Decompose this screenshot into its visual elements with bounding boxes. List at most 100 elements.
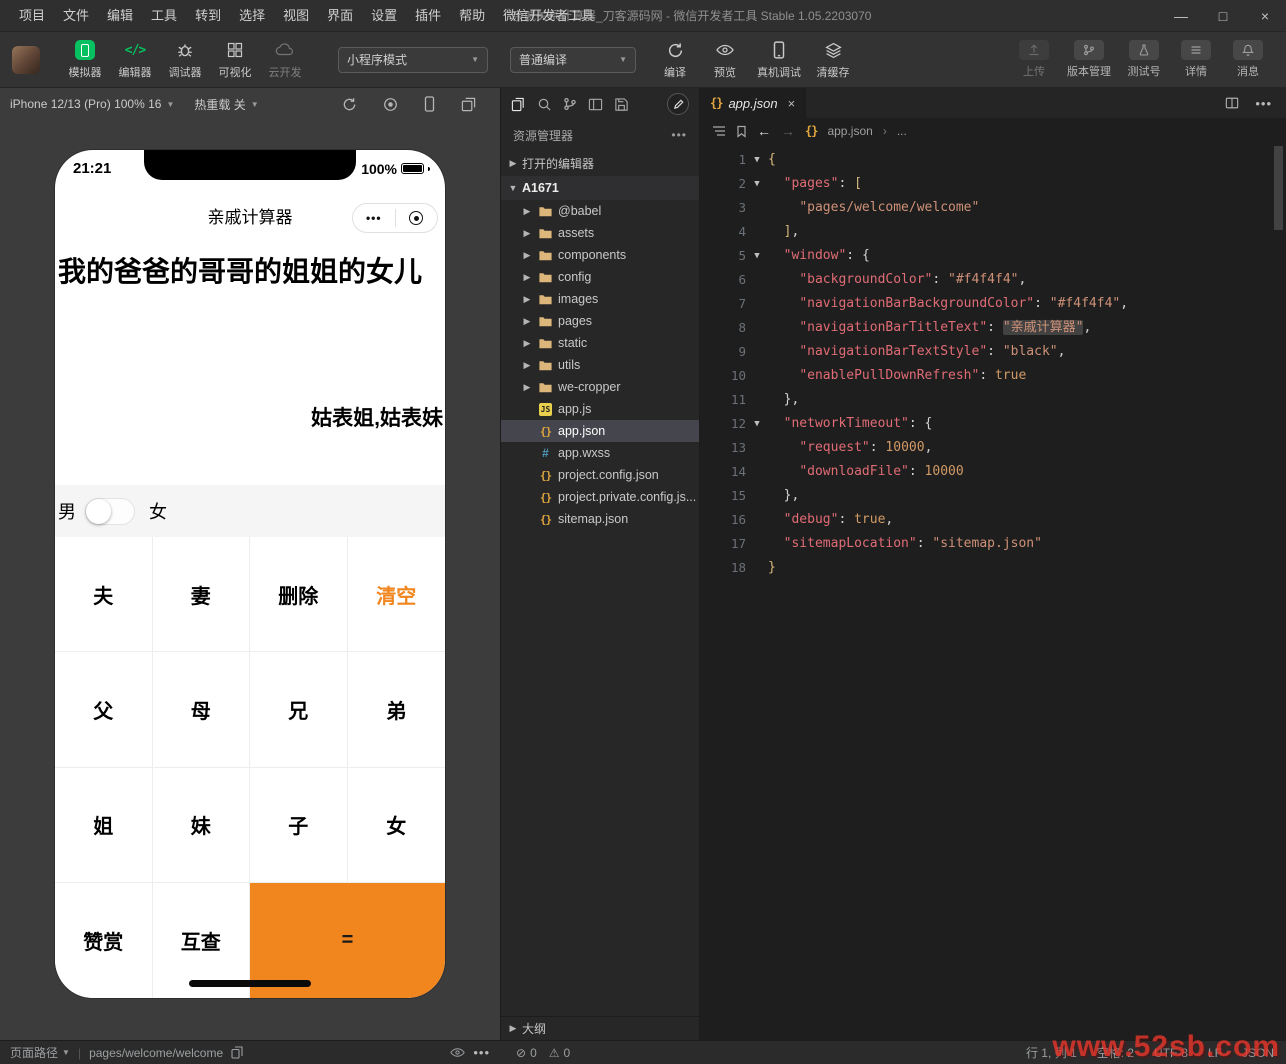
folder-pages[interactable]: ▶pages [501, 310, 699, 332]
file-app.wxss[interactable]: #app.wxss [501, 442, 699, 464]
editor-toggle-button[interactable]: </> 编辑器 [110, 39, 160, 80]
project-root-folder[interactable]: ▼ A1671 [501, 176, 699, 200]
key-母[interactable]: 母 [153, 652, 251, 767]
cloud-dev-button[interactable]: 云开发 [260, 39, 310, 80]
code-line-12[interactable]: 12▼ "networkTimeout": { [700, 412, 1286, 436]
code-line-16[interactable]: 16 "debug": true, [700, 508, 1286, 532]
file-app.json[interactable]: {}app.json [501, 420, 699, 442]
tab-app-json[interactable]: {} app.json × [700, 88, 806, 118]
menu-item-插件[interactable]: 插件 [406, 0, 450, 32]
test-account-button[interactable]: 测试号 [1118, 40, 1170, 79]
clear-cache-button[interactable]: 清缓存 [808, 39, 858, 80]
code-line-3[interactable]: 3 "pages/welcome/welcome" [700, 196, 1286, 220]
forward-arrow-icon[interactable]: → [781, 123, 795, 139]
breadcrumb-more[interactable]: ... [897, 124, 907, 138]
menu-item-视图[interactable]: 视图 [274, 0, 318, 32]
folder-static[interactable]: ▶static [501, 332, 699, 354]
branch-icon[interactable] [563, 97, 577, 111]
key-夫[interactable]: 夫 [55, 537, 153, 652]
code-line-2[interactable]: 2▼ "pages": [ [700, 172, 1286, 196]
code-line-10[interactable]: 10 "enablePullDownRefresh": true [700, 364, 1286, 388]
menu-item-编辑[interactable]: 编辑 [98, 0, 142, 32]
code-line-13[interactable]: 13 "request": 10000, [700, 436, 1286, 460]
user-avatar[interactable] [12, 46, 40, 74]
encoding-setting[interactable]: UTF-8 [1154, 1046, 1188, 1060]
file-app.js[interactable]: JSapp.js [501, 398, 699, 420]
preview-button[interactable]: 预览 [700, 39, 750, 80]
menu-item-设置[interactable]: 设置 [362, 0, 406, 32]
files-icon[interactable] [511, 97, 526, 112]
debugger-toggle-button[interactable]: 调试器 [160, 39, 210, 80]
eol-setting[interactable]: LF [1208, 1046, 1222, 1060]
key-弟[interactable]: 弟 [348, 652, 446, 767]
eye-icon[interactable] [450, 1047, 465, 1058]
outline-section[interactable]: ▶ 大纲 [501, 1016, 699, 1040]
editor-scrollbar[interactable] [1274, 146, 1283, 230]
maximize-button[interactable]: □ [1202, 0, 1244, 32]
key-删除[interactable]: 删除 [250, 537, 348, 652]
message-button[interactable]: 消息 [1222, 40, 1274, 79]
folder-config[interactable]: ▶config [501, 266, 699, 288]
mode-select[interactable]: 小程序模式 ▼ [338, 47, 488, 73]
code-line-7[interactable]: 7 "navigationBarBackgroundColor": "#f4f4… [700, 292, 1286, 316]
indent-setting[interactable]: 空格: 2 [1097, 1044, 1134, 1061]
status-problems[interactable]: ⊘0 ⚠0 [500, 1046, 700, 1060]
save-icon[interactable] [614, 97, 629, 112]
menu-item-转到[interactable]: 转到 [186, 0, 230, 32]
bookmark-icon[interactable] [736, 125, 747, 138]
code-line-1[interactable]: 1▼{ [700, 148, 1286, 172]
file-project.private.config.js...[interactable]: {}project.private.config.js... [501, 486, 699, 508]
compile-button[interactable]: 编译 [650, 39, 700, 80]
code-line-14[interactable]: 14 "downloadFile": 10000 [700, 460, 1286, 484]
simulator-toggle-button[interactable]: 模拟器 [60, 39, 110, 80]
exit-circle-icon[interactable] [396, 211, 438, 225]
pen-icon[interactable] [667, 93, 689, 115]
folder-utils[interactable]: ▶utils [501, 354, 699, 376]
device-selector[interactable]: iPhone 12/13 (Pro) 100% 16 ▼ [10, 97, 174, 111]
menu-item-微信开发者工具[interactable]: 微信开发者工具 [494, 0, 603, 32]
menu-item-工具[interactable]: 工具 [142, 0, 186, 32]
page-path-selector[interactable]: 页面路径 ▼ [10, 1044, 70, 1061]
upload-button[interactable]: 上传 [1008, 40, 1060, 79]
back-arrow-icon[interactable]: ← [757, 123, 771, 139]
menu-item-界面[interactable]: 界面 [318, 0, 362, 32]
folder-assets[interactable]: ▶assets [501, 222, 699, 244]
rotate-icon[interactable] [342, 97, 357, 112]
key-父[interactable]: 父 [55, 652, 153, 767]
close-tab-icon[interactable]: × [788, 96, 796, 111]
record-icon[interactable] [383, 97, 398, 112]
open-editors-section[interactable]: ▶ 打开的编辑器 [501, 150, 699, 176]
code-line-8[interactable]: 8 "navigationBarTitleText": "亲戚计算器", [700, 316, 1286, 340]
code-line-4[interactable]: 4 ], [700, 220, 1286, 244]
menu-item-文件[interactable]: 文件 [54, 0, 98, 32]
key-赞赏[interactable]: 赞赏 [55, 883, 153, 998]
more-icon[interactable]: ••• [1255, 96, 1272, 111]
version-manage-button[interactable]: 版本管理 [1060, 40, 1118, 79]
file-sitemap.json[interactable]: {}sitemap.json [501, 508, 699, 530]
compile-mode-select[interactable]: 普通编译 ▼ [510, 47, 636, 73]
panel-icon[interactable] [588, 97, 603, 112]
device-debug-button[interactable]: 真机调试 [750, 39, 808, 80]
code-line-9[interactable]: 9 "navigationBarTextStyle": "black", [700, 340, 1286, 364]
more-icon[interactable]: ••• [671, 128, 687, 142]
key-清空[interactable]: 清空 [348, 537, 446, 652]
multi-window-icon[interactable] [461, 97, 476, 112]
key-妹[interactable]: 妹 [153, 768, 251, 883]
code-line-11[interactable]: 11 }, [700, 388, 1286, 412]
folder-@babel[interactable]: ▶@babel [501, 200, 699, 222]
cursor-position[interactable]: 行 1, 列 1 [1026, 1044, 1077, 1061]
menu-item-帮助[interactable]: 帮助 [450, 0, 494, 32]
device-icon[interactable] [424, 96, 435, 112]
code-line-18[interactable]: 18} [700, 556, 1286, 580]
copy-icon[interactable] [231, 1046, 243, 1059]
split-editor-icon[interactable] [1225, 96, 1239, 110]
breadcrumb-file[interactable]: app.json [827, 124, 872, 138]
details-button[interactable]: 详情 [1170, 40, 1222, 79]
code-line-5[interactable]: 5▼ "window": { [700, 244, 1286, 268]
close-button[interactable]: × [1244, 0, 1286, 32]
language-mode[interactable]: JSON [1242, 1046, 1274, 1060]
folder-images[interactable]: ▶images [501, 288, 699, 310]
visualize-toggle-button[interactable]: 可视化 [210, 39, 260, 80]
more-menu-icon[interactable]: ••• [353, 211, 395, 225]
more-icon[interactable]: ••• [473, 1045, 490, 1060]
